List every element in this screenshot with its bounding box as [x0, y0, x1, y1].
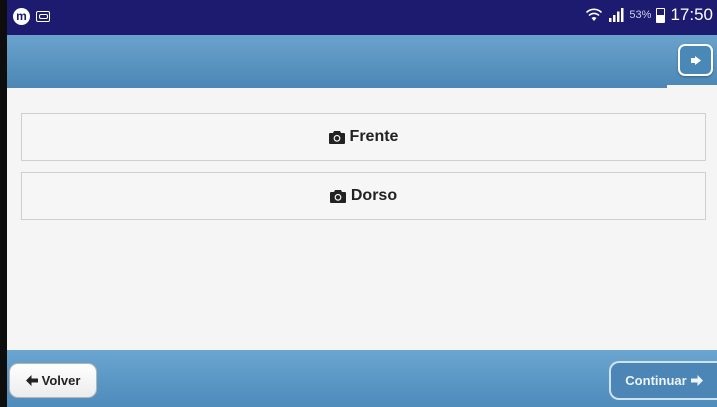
back-photo-label: Dorso	[350, 187, 398, 204]
back-button[interactable]: Volver	[9, 363, 97, 398]
logout-icon	[690, 55, 701, 65]
battery-icon	[656, 7, 666, 23]
status-bar-notifications: m	[13, 8, 50, 25]
app-header	[7, 35, 717, 85]
status-bar: m 53% 17:50	[7, 0, 717, 35]
continue-button[interactable]: Continuar	[609, 361, 717, 400]
app-notification-icon: m	[13, 8, 30, 25]
device-frame-edge	[0, 0, 7, 407]
back-photo-button[interactable]: Dorso	[21, 172, 706, 220]
camera-icon	[328, 131, 345, 144]
arrow-left-icon	[25, 375, 38, 386]
back-button-label: Volver	[41, 373, 81, 388]
status-bar-clock: 17:50	[670, 5, 713, 24]
signal-icon	[609, 8, 624, 22]
header-divider	[7, 85, 667, 88]
status-bar-system: 53% 17:50	[585, 5, 713, 25]
front-photo-label: Frente	[349, 128, 399, 145]
logout-button[interactable]	[678, 44, 713, 76]
front-photo-button[interactable]: Frente	[21, 113, 706, 161]
voicemail-icon	[36, 11, 50, 22]
arrow-right-icon	[690, 375, 703, 386]
camera-icon	[329, 190, 346, 203]
battery-percentage: 53%	[629, 9, 652, 21]
wifi-icon	[586, 8, 603, 21]
continue-button-label: Continuar	[625, 373, 687, 388]
